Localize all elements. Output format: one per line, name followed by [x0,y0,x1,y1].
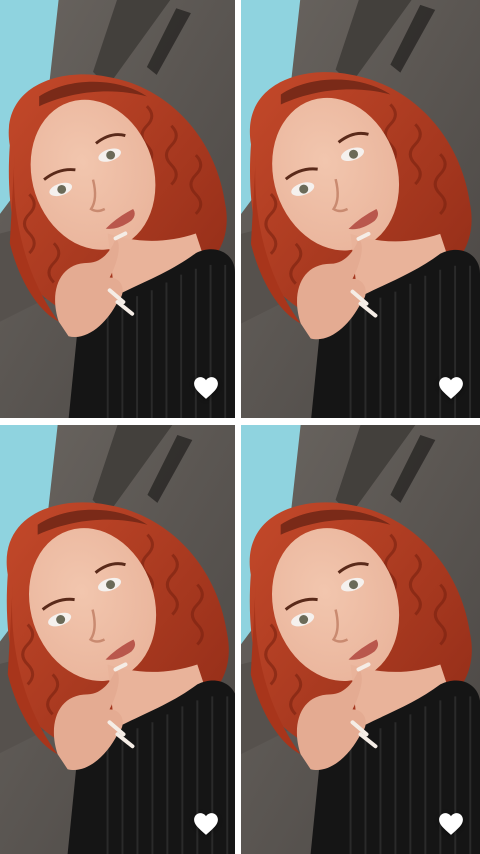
heart-icon[interactable] [193,812,219,836]
photo-tile[interactable] [241,425,480,854]
heart-icon[interactable] [193,376,219,400]
heart-icon[interactable] [438,376,464,400]
photo-tile[interactable] [0,0,235,418]
heart-icon[interactable] [438,812,464,836]
selfie-photo [241,425,480,854]
photo-grid [0,0,480,854]
photo-tile[interactable] [0,425,235,854]
selfie-photo [0,0,235,418]
selfie-photo [241,0,480,418]
selfie-photo [0,425,235,854]
photo-tile[interactable] [241,0,480,418]
